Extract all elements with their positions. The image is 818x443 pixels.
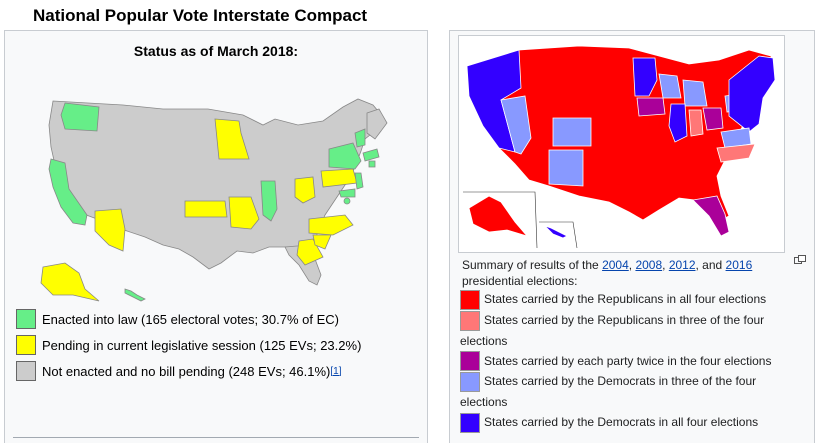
caption-sep-2: , (662, 258, 669, 272)
indiana (688, 109, 704, 137)
caption-sep-3: , and (695, 258, 726, 272)
alaska (40, 262, 100, 302)
michigan (682, 79, 708, 107)
swatch-dem3 (460, 372, 480, 393)
link-2008[interactable]: 2008 (635, 258, 662, 272)
legend-item-enacted: Enacted into law (165 electoral votes; 3… (16, 306, 361, 332)
citation-link[interactable]: [1] (330, 366, 341, 377)
legend-item-dem4: States carried by the Democrats in all f… (460, 412, 800, 434)
legend-label-not-enacted: Not enacted and no bill pending (248 EVs… (42, 363, 331, 379)
link-2004[interactable]: 2004 (602, 258, 629, 272)
hawaii-inset (544, 225, 568, 239)
us-map-compact-status[interactable] (13, 69, 413, 304)
status-title: Status as of March 2018: (133, 43, 299, 59)
colorado (552, 117, 592, 147)
iowa (636, 97, 666, 117)
caption-prefix: Summary of results of the (462, 258, 603, 272)
label-split: States carried by each party twice in th… (484, 353, 772, 368)
swatch-rep3 (460, 310, 480, 331)
alaska-inset (468, 195, 529, 237)
link-2016[interactable]: 2016 (726, 258, 753, 272)
kansas (184, 200, 228, 218)
election-summary-panel: Summary of results of the 2004, 2008, 20… (449, 30, 815, 443)
label-rep3: States carried by the Republicans in thr… (460, 312, 765, 348)
link-2012[interactable]: 2012 (669, 258, 696, 272)
label-dem4: States carried by the Democrats in all f… (484, 415, 759, 430)
north-carolina (308, 214, 354, 236)
legend-label-enacted: Enacted into law (165 electoral votes; 3… (42, 311, 339, 327)
label-rep4: States carried by the Republicans in all… (484, 292, 767, 306)
arizona (94, 208, 126, 252)
election-legend: States carried by the Republicans in all… (460, 289, 800, 434)
ohio-split (702, 107, 724, 131)
legend-item-pending: Pending in current legislative session (… (16, 332, 361, 358)
massachusetts (362, 148, 380, 162)
us-map-election-summary[interactable] (459, 36, 784, 252)
legend-swatch-pending (16, 335, 36, 355)
label-dem3: States carried by the Democrats in three… (460, 374, 757, 410)
caption-suffix: presidential elections: (462, 274, 578, 288)
rhode-island (368, 160, 376, 168)
hawaii (124, 288, 146, 302)
divider (13, 437, 419, 438)
swatch-split (460, 351, 480, 372)
election-caption: Summary of results of the 2004, 2008, 20… (462, 257, 802, 289)
dc-marker (343, 197, 351, 205)
maine (366, 108, 388, 140)
legend-item-dem3: States carried by the Democrats in three… (460, 371, 800, 412)
compact-legend: Enacted into law (165 electoral votes; 3… (16, 306, 361, 384)
washington (60, 102, 100, 132)
legend-item-not-enacted: Not enacted and no bill pending (248 EVs… (16, 358, 361, 384)
legend-swatch-not-enacted (16, 361, 36, 381)
pennsylvania (320, 168, 358, 188)
legend-item-rep4: States carried by the Republicans in all… (460, 289, 800, 310)
compact-status-panel: Status as of March 2018: Enacted into la… (4, 30, 428, 443)
legend-swatch-enacted (16, 309, 36, 329)
election-map-frame[interactable] (458, 35, 785, 253)
swatch-rep4 (460, 289, 480, 310)
legend-item-rep3: States carried by the Republicans in thr… (460, 310, 800, 351)
new-mexico (548, 149, 584, 187)
swatch-dem4 (460, 413, 480, 434)
legend-label-pending: Pending in current legislative session (… (42, 337, 362, 353)
legend-item-split: States carried by each party twice in th… (460, 351, 800, 372)
new-jersey (354, 172, 364, 190)
page-heading: National Popular Vote Interstate Compact (33, 6, 368, 25)
